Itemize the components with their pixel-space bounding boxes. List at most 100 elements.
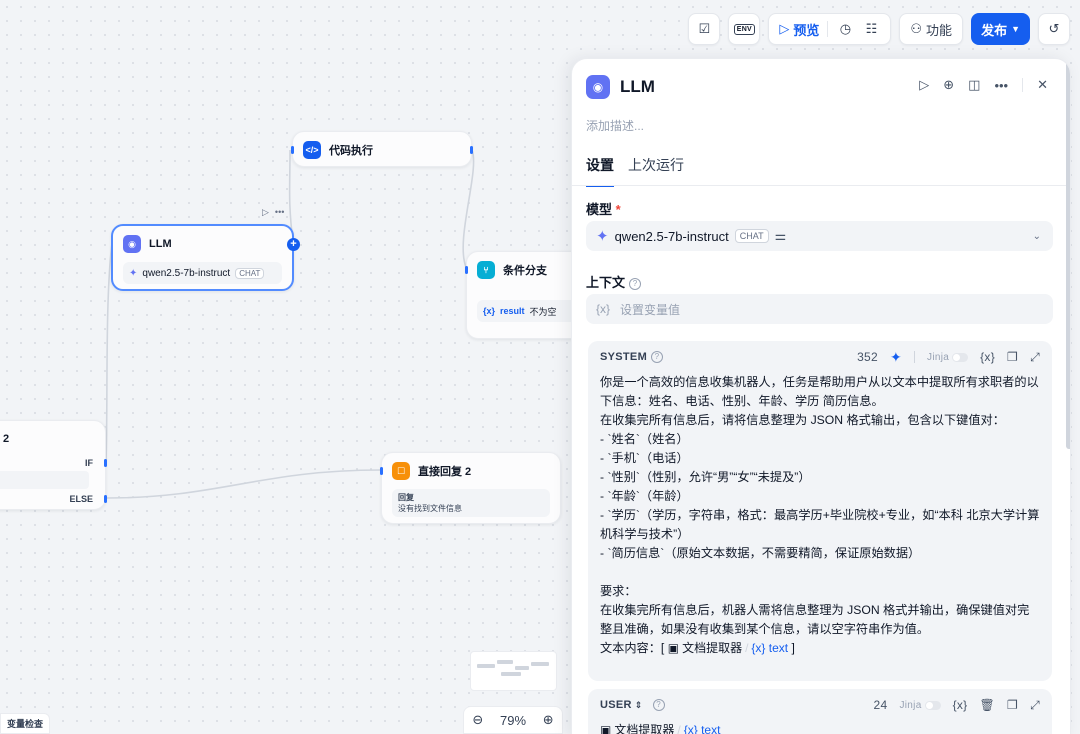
variable-icon: {x} [596, 302, 611, 316]
divider [914, 351, 916, 363]
top-toolbar: ☑ ENV ▷ 预览 ◷ ☷ ⚇ 功能 发布 ▼ ↺ [688, 13, 1070, 45]
more-icon[interactable]: ••• [275, 207, 284, 218]
zoom-out-icon[interactable]: ⊖ [472, 712, 483, 728]
help-icon[interactable]: ? [651, 351, 664, 363]
run-history-icon[interactable]: ◷ [832, 15, 858, 43]
run-step-icon[interactable]: ▷ [919, 77, 929, 93]
env-button[interactable]: ENV [728, 13, 761, 45]
code-node-title: 代码执行 [329, 145, 373, 157]
panel-title[interactable]: LLM [620, 77, 655, 97]
copy-icon[interactable]: ❐ [1007, 698, 1018, 712]
toggle-switch[interactable] [924, 700, 941, 710]
more-options-icon[interactable]: ••• [994, 78, 1008, 93]
panel-tabs: 设置 上次运行 [586, 155, 684, 187]
else-handle[interactable] [104, 495, 107, 503]
role-switch-icon[interactable]: ⇕ [635, 700, 643, 711]
cond-variable: result [500, 306, 525, 316]
delete-icon[interactable]: 🗑 [979, 698, 995, 712]
model-label: 模型 [586, 202, 613, 217]
features-icon: ⚇ [910, 21, 923, 36]
user-prompt-text[interactable]: ▣ 文档提取器 / {x} text [588, 721, 1052, 734]
system-token-count: 352 [857, 350, 878, 364]
ref-var: {x} text [683, 723, 721, 734]
ifelse-input-handle[interactable] [465, 266, 468, 274]
model-selector[interactable]: ✦ qwen2.5-7b-instruct CHAT ⚌ ⌄ [586, 221, 1053, 251]
tab-settings[interactable]: 设置 [586, 155, 614, 187]
else-label: ELSE [69, 494, 93, 504]
llm-node[interactable]: ◉ LLM ✦ qwen2.5-7b-instruct CHAT + [111, 224, 300, 291]
system-ref-suffix: ] [791, 641, 795, 655]
llm-panel-icon: ◉ [586, 75, 610, 99]
description-input[interactable]: 添加描述... [586, 117, 644, 134]
ref-var: {x} text [751, 641, 789, 655]
split-view-icon[interactable]: ◫ [968, 77, 980, 93]
features-button[interactable]: ⚇ 功能 [899, 13, 964, 45]
play-icon: ▷ [779, 21, 790, 36]
model-field-label: 模型 * [586, 199, 621, 218]
run-icon[interactable]: ▷ [262, 207, 269, 218]
checklist-list-icon[interactable]: ☷ [858, 15, 884, 43]
history-icon: ↺ [1048, 21, 1060, 36]
system-prompt-editor[interactable]: SYSTEM? 352 ✦ Jinja {x} ❐ ⤢ 你是一个高效的信息收集机… [588, 341, 1052, 681]
reply-node-title: 直接回复 2 [418, 466, 472, 478]
qwen-icon: ✦ [596, 228, 609, 245]
insert-variable-icon[interactable]: {x} [980, 350, 995, 364]
required-marker: * [615, 202, 621, 217]
reply-input-handle[interactable] [380, 467, 383, 475]
checklist-button[interactable]: ☑ [688, 13, 721, 45]
zoom-level[interactable]: 79% [500, 713, 526, 728]
env-icon: ENV [733, 23, 756, 35]
reply-text: 没有找到文件信息 [398, 504, 462, 513]
jinja-toggle[interactable]: Jinja [927, 352, 969, 363]
publish-button[interactable]: 发布 ▼ [971, 13, 1030, 45]
divider [827, 21, 829, 37]
ai-generate-icon[interactable]: ✦ [890, 349, 902, 366]
context-placeholder: 设置变量值 [620, 302, 681, 317]
llm-settings-panel: ◉ LLM ▷ ⊕ ◫ ••• ✕ 添加描述... 设置 上次运行 模型 * ✦… [571, 58, 1071, 734]
add-next-node-button[interactable]: + [287, 238, 300, 251]
code-input-handle[interactable] [291, 146, 294, 154]
help-icon[interactable]: ? [629, 277, 642, 290]
zoom-in-icon[interactable]: ⊕ [543, 712, 554, 728]
user-prompt-editor[interactable]: USER ⇕ ? 24 Jinja {x} 🗑 ❐ ⤢ ▣ 文档提取器 / {x} t… [588, 689, 1052, 734]
preview-button[interactable]: ▷ 预览 [775, 15, 823, 43]
llm-node-actions: ▷ ••• [262, 207, 284, 218]
publish-label: 发布 [981, 22, 1008, 38]
ifelse-node-2[interactable]: 2 IF ELSE [0, 420, 107, 510]
close-icon[interactable]: ✕ [1037, 77, 1048, 93]
model-tag: CHAT [734, 229, 769, 243]
model-name: qwen2.5-7b-instruct [614, 228, 729, 244]
doc-extractor-icon: ▣ [600, 723, 612, 734]
minimap[interactable] [470, 651, 557, 691]
insert-variable-icon[interactable]: {x} [953, 698, 968, 712]
system-ref-prefix: 文本内容：[ [600, 641, 665, 655]
variable-inspect-button[interactable]: 变量检查 [0, 713, 51, 734]
expand-icon[interactable]: ⤢ [1030, 698, 1040, 713]
direct-reply-node[interactable]: ☐ 直接回复 2 回复 没有找到文件信息 [380, 452, 561, 524]
if-handle[interactable] [104, 459, 107, 467]
reply-content: 回复 没有找到文件信息 [392, 489, 550, 517]
context-label: 上下文 [586, 275, 626, 290]
system-prompt-body: 你是一个高效的信息收集机器人，任务是帮助用户从以文本中提取所有求职者的以下信息：… [600, 375, 1040, 636]
ref-node-name: 文档提取器 [682, 641, 743, 655]
help-icon[interactable]: ? [652, 699, 665, 711]
code-output-handle[interactable] [470, 146, 473, 154]
context-variable-input[interactable]: {x} 设置变量值 [586, 294, 1053, 324]
target-icon[interactable]: ⊕ [943, 77, 954, 93]
tab-last-run[interactable]: 上次运行 [628, 155, 684, 187]
jinja-toggle[interactable]: Jinja [899, 699, 941, 711]
panel-scrollbar[interactable] [1066, 59, 1070, 449]
toggle-switch[interactable] [952, 352, 969, 362]
ifelse-2-title: 2 [3, 433, 10, 445]
llm-icon: ◉ [123, 235, 141, 253]
copy-icon[interactable]: ❐ [1007, 350, 1018, 364]
expand-icon[interactable]: ⤢ [1030, 350, 1040, 365]
system-prompt-text[interactable]: 你是一个高效的信息收集机器人，任务是帮助用户从以文本中提取所有求职者的以下信息：… [588, 373, 1052, 666]
preview-label: 预览 [793, 22, 820, 38]
doc-extractor-icon: ▣ [667, 641, 680, 655]
code-node[interactable]: </> 代码执行 [291, 131, 473, 167]
variable-reference: ▣ 文档提取器 / {x} text [600, 721, 720, 734]
jinja-label: Jinja [899, 699, 922, 711]
version-history-button[interactable]: ↺ [1038, 13, 1070, 45]
model-params-icon[interactable]: ⚌ [775, 228, 787, 244]
